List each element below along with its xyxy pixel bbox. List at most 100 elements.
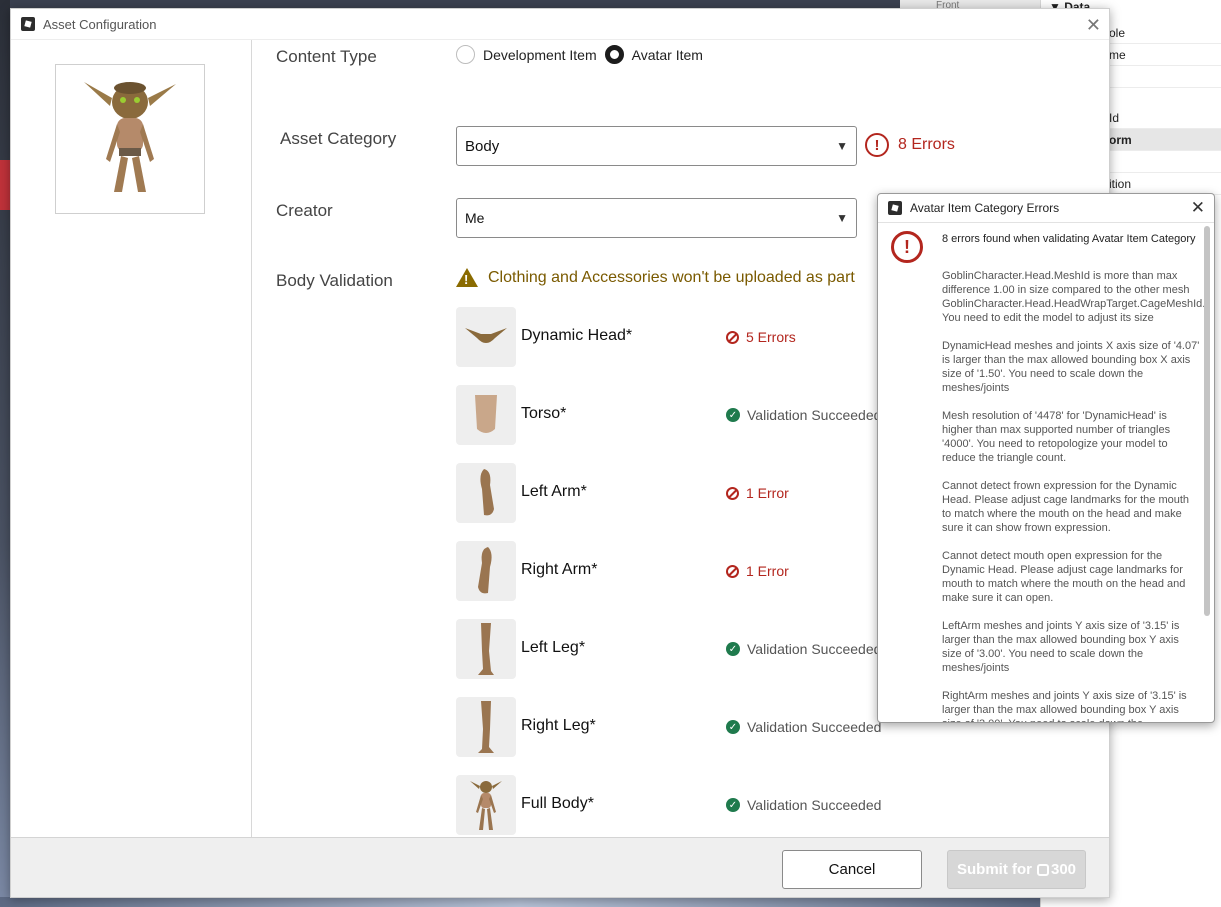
error-message: DynamicHead meshes and joints X axis siz… <box>942 340 1200 394</box>
popup-scrollbar[interactable] <box>1204 226 1210 616</box>
part-name: Right Leg* <box>521 717 596 734</box>
part-status-success: ✓ Validation Succeeded <box>726 719 881 735</box>
cancel-button[interactable]: Cancel <box>782 850 922 889</box>
popup-titlebar: Avatar Item Category Errors <box>878 194 1214 223</box>
check-circle-icon: ✓ <box>726 720 740 734</box>
submit-button[interactable]: Submit for 300 <box>947 850 1086 889</box>
part-status-error[interactable]: 1 Error <box>726 485 789 501</box>
part-name: Dynamic Head* <box>521 327 633 344</box>
close-icon[interactable]: ✕ <box>1086 15 1101 36</box>
status-text: Validation Succeeded <box>747 719 882 735</box>
status-text: 5 Errors <box>746 329 796 345</box>
submit-price: 300 <box>1050 861 1077 878</box>
body-part-row-right-arm: Right Arm* 1 Error <box>456 541 886 601</box>
goblin-preview-image <box>84 82 176 192</box>
studio-viewport-edge <box>0 0 10 907</box>
popup-heading: 8 errors found when validating Avatar It… <box>942 233 1196 245</box>
part-status-error[interactable]: 5 Errors <box>726 329 796 345</box>
left-leg-thumbnail <box>456 619 516 679</box>
creator-label: Creator <box>276 201 333 220</box>
error-exclamation-icon: ! <box>891 231 923 263</box>
body-validation-label: Body Validation <box>276 271 393 290</box>
part-status-success: ✓ Validation Succeeded <box>726 407 881 423</box>
creator-select[interactable]: Me ▼ <box>456 198 857 238</box>
content-type-label: Content Type <box>276 47 377 66</box>
left-arm-preview-image <box>480 469 494 516</box>
creator-value: Me <box>465 210 485 226</box>
part-name: Left Leg* <box>521 639 586 656</box>
part-status-error[interactable]: 1 Error <box>726 563 789 579</box>
body-part-row-dynamic-head: Dynamic Head* 5 Errors <box>456 307 886 367</box>
full-body-thumbnail <box>456 775 516 835</box>
body-part-row-left-leg: Left Leg* ✓ Validation Succeeded <box>456 619 886 679</box>
part-status-success: ✓ Validation Succeeded <box>726 641 881 657</box>
radio-development-item[interactable] <box>456 45 475 64</box>
roblox-studio-icon <box>888 201 902 215</box>
body-part-row-full-body: Full Body* ✓ Validation Succeeded <box>456 775 886 835</box>
chevron-down-icon: ▼ <box>836 139 848 153</box>
body-part-row-right-leg: Right Leg* ✓ Validation Succeeded <box>456 697 886 757</box>
prohibited-icon <box>726 330 739 344</box>
asset-category-label: Asset Category <box>280 129 397 148</box>
popup-title: Avatar Item Category Errors <box>910 201 1060 215</box>
right-arm-preview-image <box>478 547 492 594</box>
error-count-text: 8 Errors <box>898 136 955 153</box>
status-text: Validation Succeeded <box>747 641 882 657</box>
warning-text: Clothing and Accessories won't be upload… <box>488 268 855 286</box>
error-message: GoblinCharacter.Head.MeshId is more than… <box>942 270 1206 324</box>
error-circle-icon: ! <box>865 133 889 157</box>
body-part-row-torso: Torso* ✓ Validation Succeeded <box>456 385 886 445</box>
asset-preview-thumbnail <box>55 64 205 214</box>
submit-label: Submit for <box>956 861 1032 878</box>
body-part-row-left-arm: Left Arm* 1 Error <box>456 463 886 523</box>
dialog-title: Asset Configuration <box>43 16 157 32</box>
status-text: Validation Succeeded <box>747 797 882 813</box>
check-circle-icon: ✓ <box>726 408 740 422</box>
studio-viewport-bottom <box>0 897 1040 907</box>
asset-category-error-summary[interactable]: ! 8 Errors <box>865 133 955 157</box>
left-arm-thumbnail <box>456 463 516 523</box>
left-leg-preview-image <box>478 623 494 675</box>
robux-icon <box>1036 863 1049 876</box>
check-circle-icon: ✓ <box>726 642 740 656</box>
right-leg-thumbnail <box>456 697 516 757</box>
right-arm-thumbnail <box>456 541 516 601</box>
radio-label-avatar-item[interactable]: Avatar Item <box>632 47 703 63</box>
content-type-radio-group: Development Item Avatar Item <box>456 45 711 64</box>
part-status-success: ✓ Validation Succeeded <box>726 797 881 813</box>
category-errors-popup: Avatar Item Category Errors ✕ ! 8 errors… <box>877 193 1215 723</box>
error-message: RightArm meshes and joints Y axis size o… <box>942 690 1187 722</box>
radio-label-development-item[interactable]: Development Item <box>483 47 597 63</box>
part-name: Torso* <box>521 405 567 422</box>
prohibited-icon <box>726 564 739 578</box>
prohibited-icon <box>726 486 739 500</box>
close-icon[interactable]: ✕ <box>1191 198 1205 218</box>
part-name: Right Arm* <box>521 561 598 578</box>
torso-preview-image <box>475 395 497 433</box>
part-name: Full Body* <box>521 795 594 812</box>
right-leg-preview-image <box>478 701 494 753</box>
error-message: Cannot detect mouth open expression for … <box>942 550 1186 604</box>
roblox-studio-icon <box>21 17 35 31</box>
body-validation-warning: Clothing and Accessories won't be upload… <box>456 268 855 287</box>
part-name: Left Arm* <box>521 483 587 500</box>
asset-category-select[interactable]: Body ▼ <box>456 126 857 166</box>
status-text: Validation Succeeded <box>747 407 882 423</box>
error-message: Mesh resolution of '4478' for 'DynamicHe… <box>942 410 1171 464</box>
head-preview-image <box>465 328 507 343</box>
error-list: GoblinCharacter.Head.MeshId is more than… <box>942 269 1206 722</box>
check-circle-icon: ✓ <box>726 798 740 812</box>
radio-avatar-item[interactable] <box>604 45 624 64</box>
error-message: Cannot detect frown expression for the D… <box>942 480 1190 534</box>
warning-triangle-icon <box>456 268 478 287</box>
chevron-down-icon: ▼ <box>836 211 848 225</box>
dynamic-head-thumbnail <box>456 307 516 367</box>
full-body-preview-image <box>470 781 502 830</box>
dialog-titlebar: Asset Configuration ✕ <box>11 9 1109 40</box>
error-message: LeftArm meshes and joints Y axis size of… <box>942 620 1180 674</box>
status-text: 1 Error <box>746 563 789 579</box>
dialog-footer: Cancel Submit for 300 <box>11 837 1109 897</box>
status-text: 1 Error <box>746 485 789 501</box>
torso-thumbnail <box>456 385 516 445</box>
asset-category-value: Body <box>465 137 500 155</box>
